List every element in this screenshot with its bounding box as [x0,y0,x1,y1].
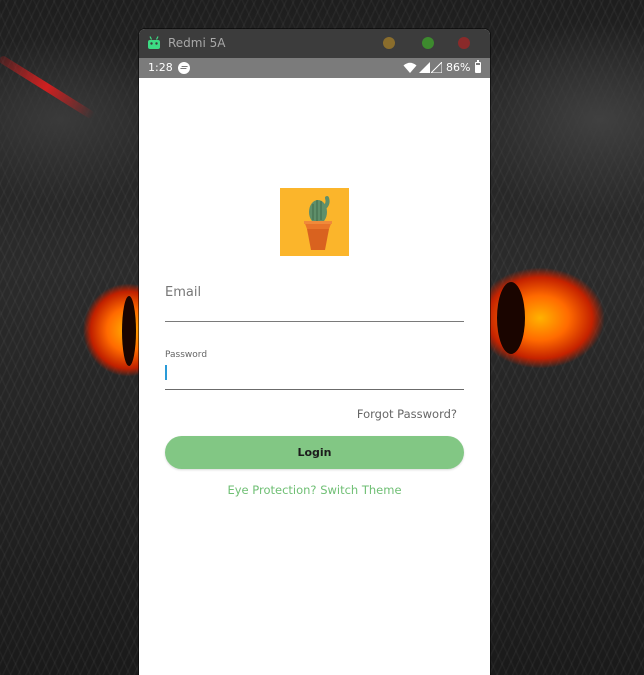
wallpaper-right-eye-pupil [497,282,525,354]
wallpaper-left-eye-pupil [122,296,136,366]
battery-icon [475,60,481,73]
window-titlebar[interactable]: Redmi 5A [139,29,490,58]
switch-theme-link[interactable]: Eye Protection? Switch Theme [139,483,490,497]
status-time: 1:28 [148,61,173,74]
messenger-icon [178,62,190,74]
forgot-password-link[interactable]: Forgot Password? [357,407,457,421]
maximize-button[interactable] [422,37,434,49]
window-title: Redmi 5A [168,36,226,50]
emulator-window: Redmi 5A 1:28 86% Email Password Forgot … [139,29,490,675]
phone-status-bar: 1:28 86% [139,58,490,78]
signal-icon [431,62,442,73]
signal-icon [419,62,430,73]
email-label: Email [165,285,202,300]
minimize-button[interactable] [383,37,395,49]
text-cursor [165,365,167,380]
android-icon [148,36,160,49]
wallpaper-red-streak [0,54,96,120]
email-field[interactable]: Email [165,277,464,322]
login-button[interactable]: Login [165,436,464,469]
password-field[interactable]: Password [165,343,464,390]
cactus-pot-icon [280,188,349,256]
password-label: Password [165,350,208,360]
wifi-icon [403,62,417,73]
login-screen: Email Password Forgot Password? Login Ey… [139,78,490,675]
close-button[interactable] [458,37,470,49]
battery-percent: 86% [446,61,471,74]
